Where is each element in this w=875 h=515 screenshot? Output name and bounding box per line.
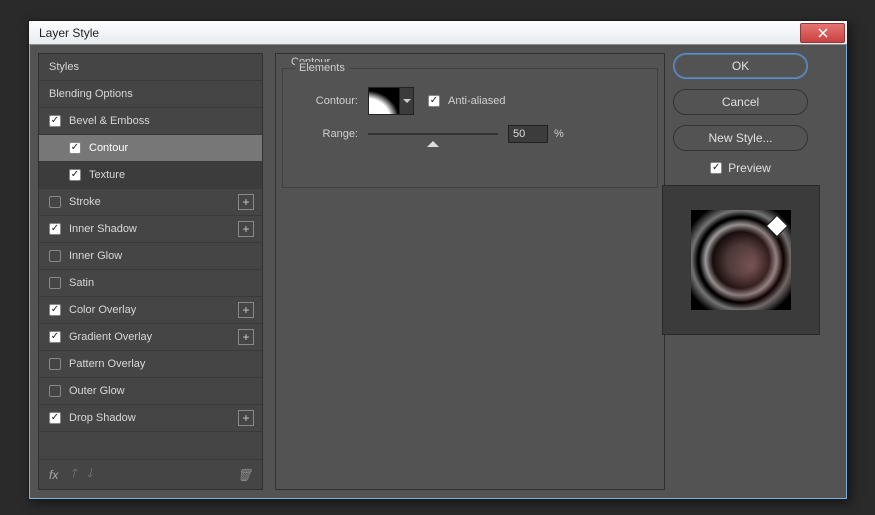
- sidebar-item-outer-glow[interactable]: Outer Glow: [39, 378, 262, 405]
- checkbox[interactable]: [49, 196, 61, 208]
- checkbox[interactable]: [49, 250, 61, 262]
- label: Gradient Overlay: [69, 331, 152, 343]
- label: Bevel & Emboss: [69, 115, 150, 127]
- preview-image: [691, 210, 791, 310]
- label: Contour: [89, 142, 128, 154]
- label: Stroke: [69, 196, 101, 208]
- label: Outer Glow: [69, 385, 125, 397]
- move-down-icon[interactable]: 🡓: [87, 464, 93, 485]
- range-slider[interactable]: [368, 127, 498, 141]
- fx-menu[interactable]: fx: [49, 468, 58, 482]
- contour-picker[interactable]: [368, 87, 400, 115]
- label: Color Overlay: [69, 304, 136, 316]
- contour-row: Contour: Anti-aliased: [303, 87, 505, 115]
- checkbox[interactable]: [49, 412, 61, 424]
- sidebar-item-inner-shadow[interactable]: Inner Shadow +: [39, 216, 262, 243]
- add-icon[interactable]: +: [238, 329, 254, 345]
- close-icon: [818, 28, 828, 38]
- checkbox[interactable]: [49, 358, 61, 370]
- checkbox[interactable]: [49, 115, 61, 127]
- label: Pattern Overlay: [69, 358, 145, 370]
- label: Drop Shadow: [69, 412, 136, 424]
- preview-checkbox[interactable]: [710, 162, 722, 174]
- sidebar-item-gradient-overlay[interactable]: Gradient Overlay +: [39, 324, 262, 351]
- add-icon[interactable]: +: [238, 221, 254, 237]
- sidebar-item-styles[interactable]: Styles: [39, 54, 262, 81]
- sidebar-item-pattern-overlay[interactable]: Pattern Overlay: [39, 351, 262, 378]
- sidebar-item-blending-options[interactable]: Blending Options: [39, 81, 262, 108]
- checkbox[interactable]: [49, 304, 61, 316]
- sidebar-item-contour[interactable]: Contour: [39, 135, 262, 162]
- range-label: Range:: [303, 128, 358, 140]
- move-up-icon[interactable]: 🡑: [70, 464, 76, 485]
- sidebar-item-stroke[interactable]: Stroke +: [39, 189, 262, 216]
- checkbox[interactable]: [49, 331, 61, 343]
- layer-style-dialog: Layer Style Styles Blending Options Beve…: [28, 20, 848, 500]
- sidebar-item-satin[interactable]: Satin: [39, 270, 262, 297]
- sidebar-item-inner-glow[interactable]: Inner Glow: [39, 243, 262, 270]
- right-column: OK Cancel New Style... Preview: [643, 53, 838, 335]
- label: Styles: [49, 61, 79, 73]
- preview-toggle: Preview: [643, 161, 838, 175]
- range-unit: %: [554, 128, 564, 140]
- antialiased-control: Anti-aliased: [428, 95, 505, 107]
- contour-dropdown[interactable]: [400, 87, 414, 115]
- sidebar-item-color-overlay[interactable]: Color Overlay +: [39, 297, 262, 324]
- cancel-button[interactable]: Cancel: [673, 89, 808, 115]
- titlebar[interactable]: Layer Style: [29, 21, 847, 45]
- checkbox[interactable]: [49, 385, 61, 397]
- antialiased-label: Anti-aliased: [448, 95, 505, 107]
- label: Satin: [69, 277, 94, 289]
- dialog-body: Styles Blending Options Bevel & Emboss C…: [29, 45, 847, 499]
- label: Texture: [89, 169, 125, 181]
- close-button[interactable]: [800, 23, 845, 43]
- preview-label: Preview: [728, 161, 771, 175]
- checkbox[interactable]: [49, 223, 61, 235]
- sidebar-item-texture[interactable]: Texture: [39, 162, 262, 189]
- label: Inner Shadow: [69, 223, 137, 235]
- effects-sidebar: Styles Blending Options Bevel & Emboss C…: [38, 53, 263, 490]
- new-style-button[interactable]: New Style...: [673, 125, 808, 151]
- range-input[interactable]: 50: [508, 125, 548, 143]
- trash-icon[interactable]: 🗑: [237, 468, 252, 482]
- preview-box: [662, 185, 820, 335]
- sidebar-item-drop-shadow[interactable]: Drop Shadow +: [39, 405, 262, 432]
- sidebar-footer: fx 🡑 🡓 🗑: [39, 459, 262, 489]
- settings-panel: Contour Elements Contour: Anti-aliased R…: [275, 53, 665, 490]
- window-title: Layer Style: [39, 26, 99, 40]
- ok-button[interactable]: OK: [673, 53, 808, 79]
- range-row: Range: 50 %: [303, 125, 564, 143]
- add-icon[interactable]: +: [238, 410, 254, 426]
- checkbox[interactable]: [69, 169, 81, 181]
- fieldset-title: Elements: [295, 62, 349, 74]
- sidebar-item-bevel-emboss[interactable]: Bevel & Emboss: [39, 108, 262, 135]
- antialiased-checkbox[interactable]: [428, 95, 440, 107]
- slider-thumb[interactable]: [427, 135, 439, 147]
- add-icon[interactable]: +: [238, 302, 254, 318]
- label: Blending Options: [49, 88, 133, 100]
- label: Inner Glow: [69, 250, 122, 262]
- contour-label: Contour:: [303, 95, 358, 107]
- checkbox[interactable]: [49, 277, 61, 289]
- add-icon[interactable]: +: [238, 194, 254, 210]
- checkbox[interactable]: [69, 142, 81, 154]
- elements-fieldset: Elements Contour: Anti-aliased Range:: [282, 68, 658, 188]
